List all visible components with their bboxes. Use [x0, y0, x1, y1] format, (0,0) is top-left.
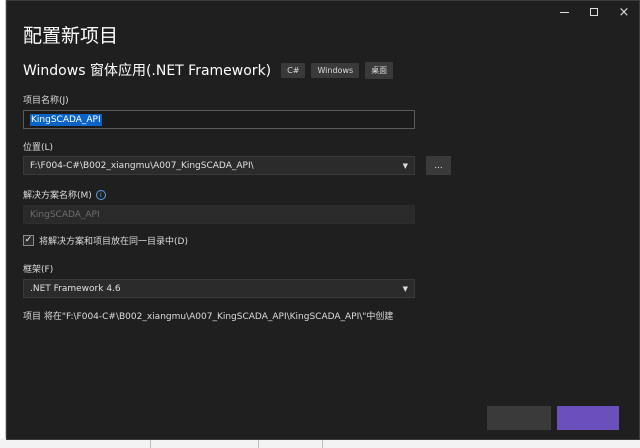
- solution-name-input: KingSCADA_API: [23, 205, 415, 224]
- window-controls: ×: [549, 1, 639, 23]
- maximize-icon: [590, 8, 598, 16]
- chevron-down-icon[interactable]: ▼: [403, 285, 408, 293]
- location-value: F:\F004-C#\B002_xiangmu\A007_KingSCADA_A…: [30, 160, 254, 171]
- page-title: 配置新项目: [23, 25, 119, 47]
- browse-button[interactable]: ...: [426, 156, 451, 175]
- create-button[interactable]: [557, 406, 619, 430]
- template-name: Windows 窗体应用(.NET Framework): [23, 63, 272, 79]
- project-name-value: KingSCADA_API: [30, 113, 102, 126]
- tag-platform: Windows: [311, 62, 360, 78]
- minimize-button[interactable]: [549, 1, 579, 23]
- same-directory-option[interactable]: ✓ 将解决方案和项目放在同一目录中(D): [23, 234, 188, 247]
- framework-select[interactable]: .NET Framework 4.6 ▼: [23, 279, 415, 298]
- minimize-icon: [559, 11, 569, 13]
- framework-value: .NET Framework 4.6: [30, 283, 121, 294]
- project-name-input[interactable]: KingSCADA_API: [23, 110, 415, 129]
- same-directory-label[interactable]: 将解决方案和项目放在同一目录中(D): [39, 234, 188, 247]
- back-button[interactable]: [487, 406, 551, 430]
- framework-label: 框架(F): [23, 265, 54, 275]
- maximize-button[interactable]: [579, 1, 609, 23]
- solution-name-label-row: 解决方案名称(M) i: [23, 188, 106, 201]
- same-directory-checkbox[interactable]: ✓: [23, 235, 34, 246]
- close-icon: ×: [618, 4, 630, 20]
- creation-path-summary: 项目 将在"F:\F004-C#\B002_xiangmu\A007_KingS…: [23, 312, 394, 322]
- location-label: 位置(L): [23, 143, 54, 153]
- location-combobox[interactable]: F:\F004-C#\B002_xiangmu\A007_KingSCADA_A…: [23, 156, 415, 175]
- tag-project-type: 桌面: [365, 61, 394, 79]
- tag-language: C#: [281, 62, 306, 78]
- info-icon[interactable]: i: [95, 189, 106, 200]
- configure-project-dialog: × 配置新项目 Windows 窗体应用(.NET Framework) C# …: [6, 0, 640, 440]
- close-button[interactable]: ×: [609, 1, 639, 23]
- template-header: Windows 窗体应用(.NET Framework) C# Windows …: [23, 60, 399, 80]
- solution-name-label: 解决方案名称(M): [23, 191, 92, 201]
- solution-name-value: KingSCADA_API: [30, 209, 100, 220]
- chevron-down-icon[interactable]: ▼: [403, 162, 408, 170]
- project-name-label: 项目名称(J): [23, 96, 69, 106]
